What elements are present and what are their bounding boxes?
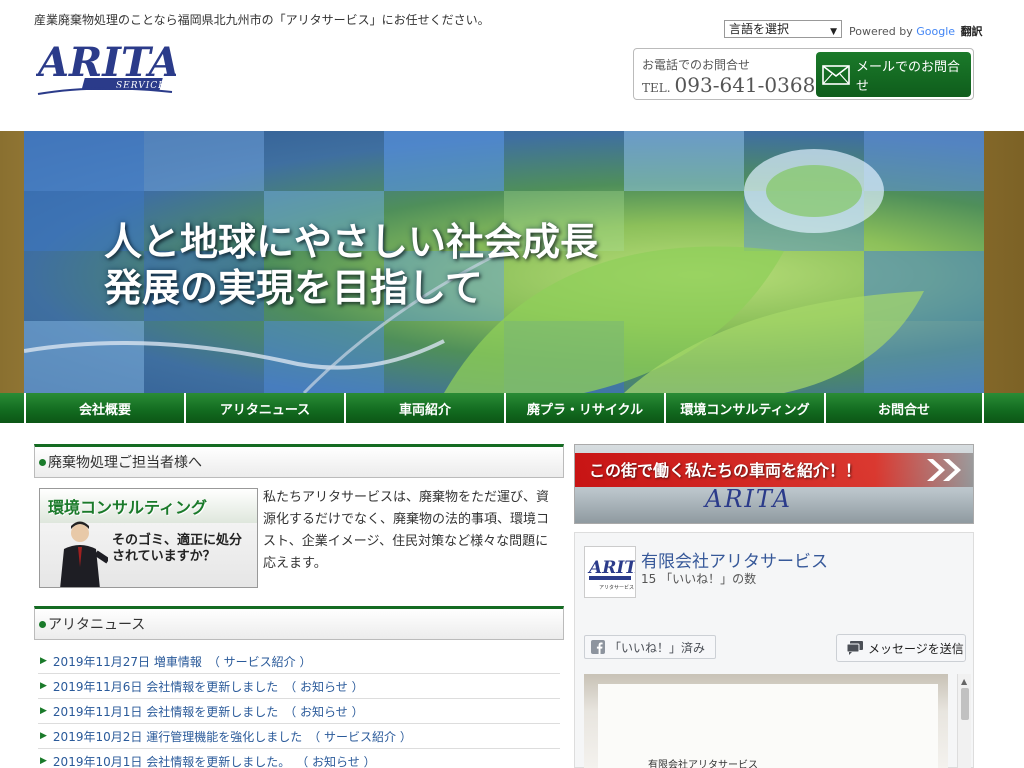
bullet-dot-icon: [39, 458, 46, 466]
language-select[interactable]: 言語を選択 ▼: [724, 20, 842, 38]
page: 産業廃棄物処理のことなら福岡県北九州市の「アリタサービス」にお任せください。 A…: [0, 0, 1024, 768]
section-heading-news: アリタニュース: [34, 606, 564, 640]
news-category: （ お知らせ ）: [284, 679, 364, 694]
hero-banner: 人と地球にやさしい社会成長 発展の実現を目指して: [0, 131, 1024, 393]
consulting-q-line1: そのゴミ、適正に処分: [112, 533, 243, 548]
news-category: （ サービス紹介 ）: [308, 729, 412, 744]
scroll-up-icon[interactable]: ▲: [961, 677, 967, 686]
consulting-q-line2: されていますか？: [112, 549, 216, 564]
consulting-banner-question: そのゴミ、適正に処分 されていますか？: [112, 533, 242, 565]
section-heading-news-label: アリタニュース: [48, 617, 146, 633]
contact-box: お電話でのお問合せ TEL. 093-641-0368 メールでのお問合せ: [633, 48, 974, 100]
consulting-banner[interactable]: 環境コンサルティング そのゴミ、適正に処分 されていますか？: [39, 488, 258, 588]
mail-button-label: メールでのお問合せ: [856, 59, 961, 94]
news-date: 2019年11月27日: [52, 654, 151, 669]
double-chevron-right-icon: [927, 459, 961, 481]
section-heading-waste: 廃棄物処理ご担当者様へ: [34, 444, 564, 478]
svg-text:ARITA: ARITA: [587, 558, 635, 578]
news-category: （ お知らせ ）: [296, 754, 376, 768]
nav-recycle[interactable]: 廃プラ・リサイクル: [504, 393, 664, 423]
hero-title-line2: 発展の実現を目指して: [104, 266, 483, 310]
facebook-like-count: 15 「いいね！」の数: [641, 572, 757, 586]
news-date: 2019年11月6日: [52, 679, 143, 694]
main-nav: 会社概要 アリタニュース 車両紹介 廃プラ・リサイクル 環境コンサルティング お…: [0, 393, 1024, 423]
scrollbar-thumb[interactable]: [961, 688, 969, 720]
news-title: 会社情報を更新しました: [146, 679, 279, 694]
bullet-dot-icon: [39, 620, 46, 628]
news-item[interactable]: ▶ 2019年10月1日 会社情報を更新しました。 （ お知らせ ）: [38, 749, 560, 768]
facebook-post-text: 有限会社アリタサービス: [648, 760, 758, 768]
vehicle-banner-text: この街で働く私たちの車両を紹介！！: [589, 461, 862, 480]
facebook-page-widget: ARITA アリタサービス 有限会社アリタサービス 15 「いいね！」の数 「い…: [574, 532, 974, 768]
consulting-banner-title: 環境コンサルティング: [48, 498, 208, 517]
news-title: 会社情報を更新しました: [146, 704, 279, 719]
news-date: 2019年10月2日: [52, 729, 143, 744]
facebook-liked-button[interactable]: 「いいね！」済み: [584, 635, 716, 659]
news-list: ▶ 2019年11月27日 増車情報 （ サービス紹介 ） ▶ 2019年11月6日 …: [38, 649, 560, 768]
nav-company[interactable]: 会社概要: [24, 393, 184, 423]
triangle-right-icon: ▶: [40, 681, 47, 691]
powered-by-label: Powered by: [849, 25, 913, 38]
nav-consulting[interactable]: 環境コンサルティング: [664, 393, 824, 423]
facebook-send-message-button[interactable]: メッセージを送信: [836, 634, 966, 662]
hero-image: 人と地球にやさしい社会成長 発展の実現を目指して: [24, 131, 984, 393]
tel-number-value: 093-641-0368: [674, 73, 816, 97]
facebook-widget-scrollbar[interactable]: ▲: [957, 674, 971, 768]
businessman-icon: [60, 521, 108, 587]
triangle-right-icon: ▶: [40, 656, 47, 666]
hero-title-line1: 人と地球にやさしい社会成長: [104, 220, 599, 264]
google-logo-text: Google: [916, 25, 956, 38]
news-item[interactable]: ▶ 2019年11月6日 会社情報を更新しました （ お知らせ ）: [38, 674, 560, 699]
section-heading-waste-label: 廃棄物処理ご担当者様へ: [48, 455, 202, 471]
triangle-right-icon: ▶: [40, 756, 47, 766]
chevron-down-icon: ▼: [830, 27, 837, 37]
intro-text: 私たちアリタサービスは、廃棄物をただ運び、資源化するだけでなく、廃棄物の法的事項…: [263, 490, 550, 571]
news-title: 増車情報: [153, 654, 202, 669]
mail-icon: [822, 64, 850, 85]
mail-contact-button[interactable]: メールでのお問合せ: [816, 52, 971, 97]
header-tagline: 産業廃棄物処理のことなら福岡県北九州市の「アリタサービス」にお任せください。: [34, 13, 490, 27]
google-translate-credit: Powered by Google 翻訳: [849, 23, 983, 39]
facebook-page-avatar[interactable]: ARITA アリタサービス: [584, 546, 649, 598]
tel-prefix: TEL.: [642, 81, 671, 95]
message-icon: [847, 641, 863, 655]
triangle-right-icon: ▶: [40, 706, 47, 716]
site-logo[interactable]: ARITA SERVICE: [34, 36, 180, 98]
news-date: 2019年11月1日: [52, 704, 143, 719]
facebook-liked-label: 「いいね！」済み: [609, 640, 706, 655]
hero-title: 人と地球にやさしい社会成長 発展の実現を目指して: [104, 219, 598, 311]
news-category: （ サービス紹介 ）: [207, 654, 312, 669]
facebook-post-image[interactable]: 有限会社アリタサービス: [584, 674, 948, 768]
tel-number[interactable]: TEL. 093-641-0368: [642, 73, 815, 97]
tel-label: お電話でのお問合せ: [642, 58, 751, 72]
news-item[interactable]: ▶ 2019年11月27日 増車情報 （ サービス紹介 ）: [38, 649, 560, 674]
nav-vehicles[interactable]: 車両紹介: [344, 393, 504, 423]
facebook-send-message-label: メッセージを送信: [868, 641, 964, 656]
news-title: 会社情報を更新しました。: [146, 754, 291, 768]
vehicle-banner[interactable]: この街で働く私たちの車両を紹介！！ ARITA: [574, 444, 974, 524]
language-select-label: 言語を選択: [729, 22, 790, 36]
nav-news[interactable]: アリタニュース: [184, 393, 344, 423]
news-date: 2019年10月1日: [52, 754, 143, 768]
vehicle-brand-text: ARITA: [705, 485, 792, 513]
facebook-page-name[interactable]: 有限会社アリタサービス: [641, 547, 828, 572]
news-item[interactable]: ▶ 2019年10月2日 運行管理機能を強化しました （ サービス紹介 ）: [38, 724, 560, 749]
svg-text:アリタサービス: アリタサービス: [599, 584, 634, 591]
news-category: （ お知らせ ）: [284, 704, 364, 719]
facebook-icon: [591, 640, 605, 654]
news-title: 運行管理機能を強化しました: [146, 729, 303, 744]
translate-link[interactable]: 翻訳: [961, 25, 983, 38]
triangle-right-icon: ▶: [40, 731, 47, 741]
news-item[interactable]: ▶ 2019年11月1日 会社情報を更新しました （ お知らせ ）: [38, 699, 560, 724]
nav-contact[interactable]: お問合せ: [824, 393, 984, 423]
